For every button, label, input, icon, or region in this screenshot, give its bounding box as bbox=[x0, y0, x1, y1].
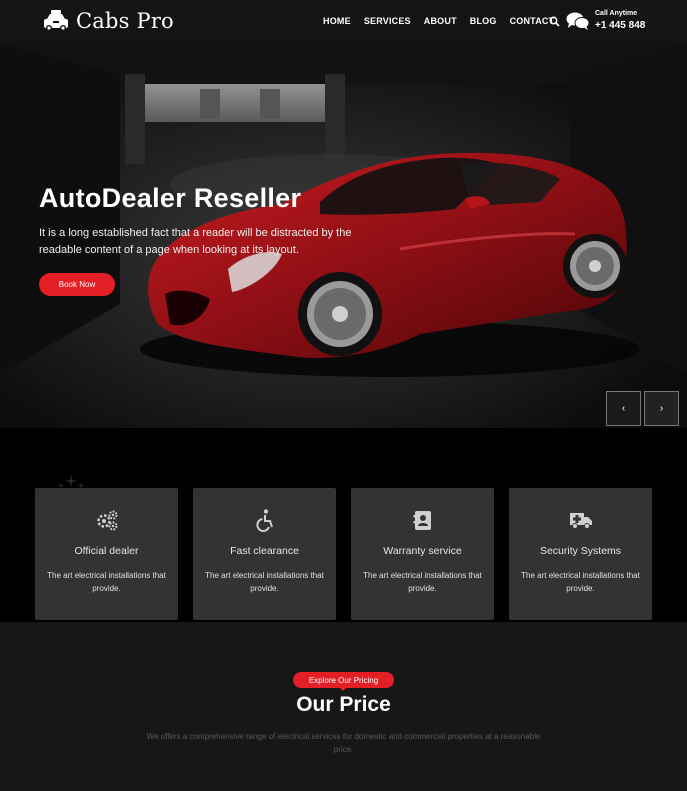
slider-next-button[interactable]: › bbox=[644, 391, 679, 426]
feature-title: Fast clearance bbox=[230, 545, 299, 557]
taxi-icon bbox=[44, 10, 68, 31]
pricing-badge-pointer bbox=[339, 687, 347, 691]
nav-about[interactable]: ABOUT bbox=[424, 16, 457, 26]
hero-slider: AutoDealer Reseller It is a long establi… bbox=[0, 44, 687, 428]
feature-description: The art electrical installations that pr… bbox=[363, 571, 482, 593]
pricing-badge: Explore Our Pricing bbox=[293, 672, 394, 688]
chat-bubbles-icon bbox=[566, 12, 590, 30]
feature-card-official-dealer[interactable]: Official dealer The art electrical insta… bbox=[35, 488, 178, 620]
id-card-icon bbox=[413, 511, 431, 530]
gears-icon bbox=[97, 510, 118, 531]
nav-contact[interactable]: CONTACT bbox=[510, 16, 555, 26]
hero-title: AutoDealer Reseller bbox=[39, 183, 302, 213]
feature-description: The art electrical installations that pr… bbox=[47, 571, 166, 593]
accessible-icon bbox=[256, 509, 273, 532]
feature-card-security-systems[interactable]: Security Systems The art electrical inst… bbox=[509, 488, 652, 620]
call-text: Call Anytime +1 445 848 bbox=[595, 10, 645, 32]
logo-text: Cabs Pro bbox=[76, 9, 174, 33]
feature-description: The art electrical installations that pr… bbox=[521, 571, 640, 593]
feature-description: The art electrical installations that pr… bbox=[205, 571, 324, 593]
call-anytime[interactable]: Call Anytime +1 445 848 bbox=[566, 10, 645, 32]
features-section: Official dealer The art electrical insta… bbox=[0, 428, 687, 622]
nav-blog[interactable]: BLOG bbox=[470, 16, 497, 26]
nav-home[interactable]: HOME bbox=[323, 16, 351, 26]
nav-services[interactable]: SERVICES bbox=[364, 16, 411, 26]
pricing-title: Our Price bbox=[296, 693, 391, 716]
logo[interactable]: Cabs Pro bbox=[42, 9, 174, 33]
feature-title: Warranty service bbox=[383, 545, 462, 557]
chevron-right-icon: › bbox=[659, 403, 664, 414]
call-label: Call Anytime bbox=[595, 10, 638, 17]
site-header: Cabs Pro HOME SERVICES ABOUT BLOG CONTAC… bbox=[0, 0, 687, 44]
hero-description: It is a long established fact that a rea… bbox=[39, 227, 352, 256]
feature-title: Security Systems bbox=[539, 545, 622, 557]
chevron-left-icon: ‹ bbox=[621, 403, 626, 414]
pricing-description: We offers a comprehensive range of elect… bbox=[146, 732, 541, 754]
book-now-button[interactable]: Book Now bbox=[39, 273, 115, 296]
main-nav: HOME SERVICES ABOUT BLOG CONTACT bbox=[323, 16, 567, 26]
ambulance-icon bbox=[570, 513, 592, 529]
search-icon[interactable] bbox=[549, 16, 560, 27]
feature-title: Official dealer bbox=[74, 545, 139, 557]
slider-prev-button[interactable]: ‹ bbox=[606, 391, 641, 426]
feature-card-fast-clearance[interactable]: Fast clearance The art electrical instal… bbox=[193, 488, 336, 620]
pricing-section: Explore Our Pricing Our Price We offers … bbox=[0, 622, 687, 791]
feature-card-warranty-service[interactable]: Warranty service The art electrical inst… bbox=[351, 488, 494, 620]
call-number[interactable]: +1 445 848 bbox=[595, 20, 645, 32]
